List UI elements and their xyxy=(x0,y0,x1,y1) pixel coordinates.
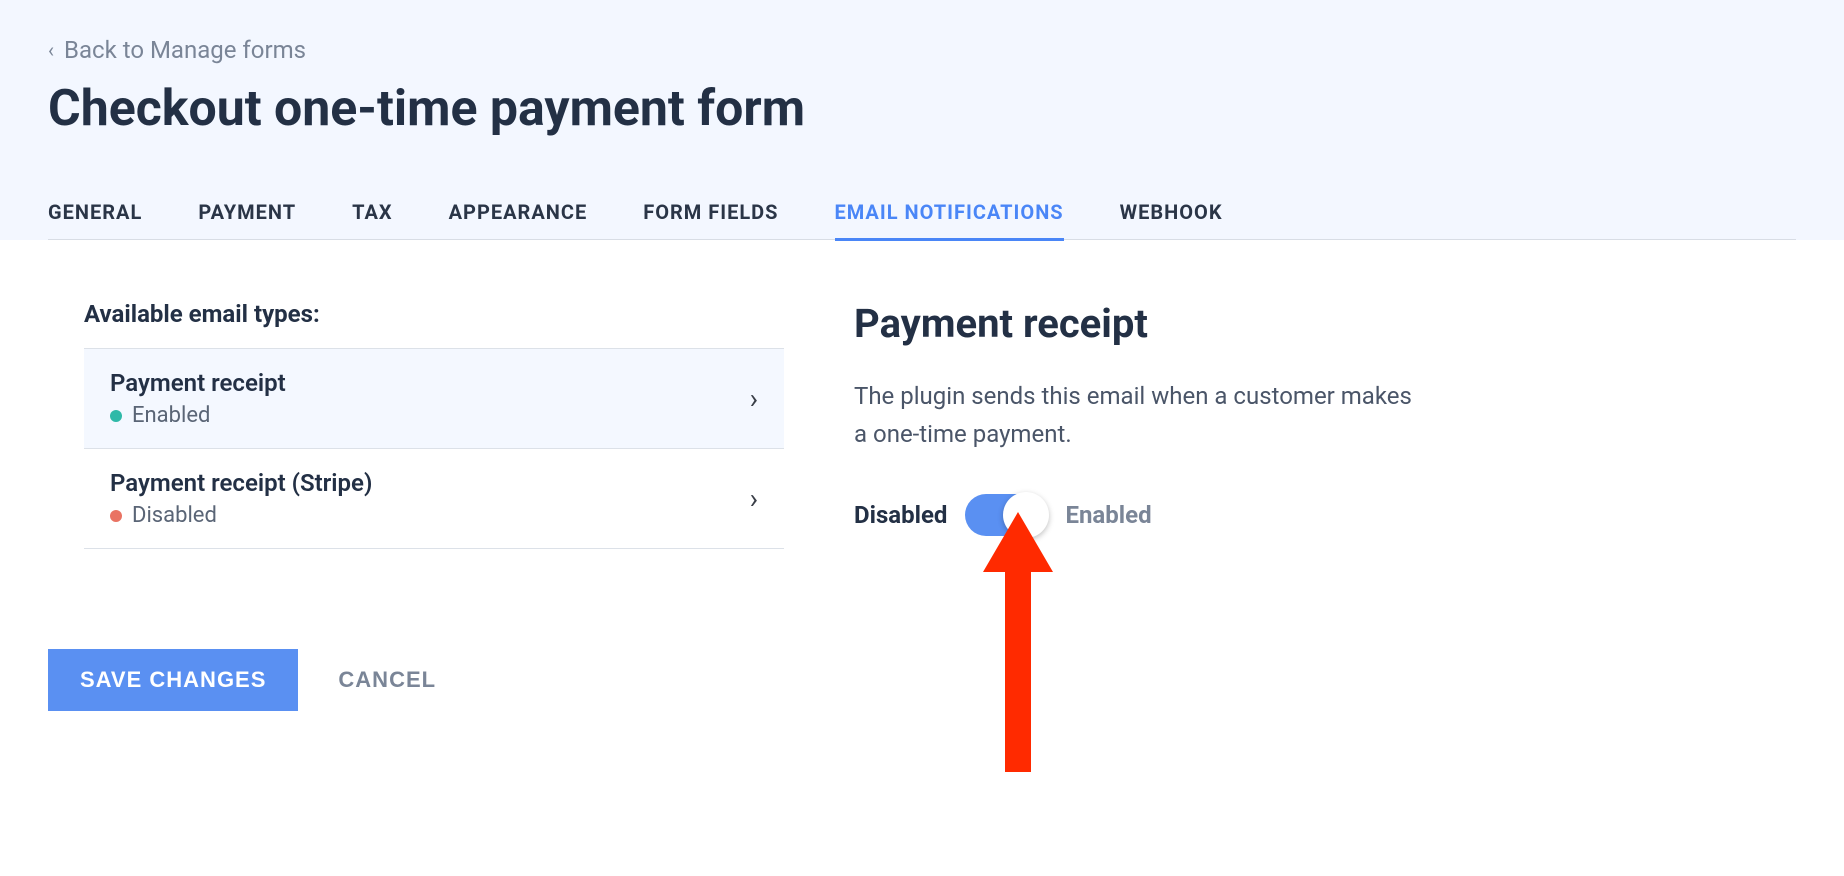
chevron-right-icon: › xyxy=(750,482,758,515)
status-label: Enabled xyxy=(132,403,210,428)
tab-email-notifications[interactable]: EMAIL NOTIFICATIONS xyxy=(835,186,1064,241)
detail-title: Payment receipt xyxy=(854,300,1796,347)
enable-toggle[interactable] xyxy=(965,494,1047,536)
toggle-row: Disabled Enabled xyxy=(854,494,1796,536)
cancel-button[interactable]: CANCEL xyxy=(338,667,436,693)
email-type-item[interactable]: Payment receipt (Stripe) Disabled › xyxy=(84,449,784,549)
status-label: Disabled xyxy=(132,503,217,528)
toggle-label-enabled: Enabled xyxy=(1065,501,1151,529)
page-title: Checkout one-time payment form xyxy=(48,80,1796,138)
back-link[interactable]: ‹ Back to Manage forms xyxy=(48,36,306,64)
tab-general[interactable]: GENERAL xyxy=(48,186,142,239)
email-type-title: Payment receipt (Stripe) xyxy=(110,469,372,497)
email-type-list: Payment receipt Enabled › Payment receip… xyxy=(84,348,784,549)
email-type-title: Payment receipt xyxy=(110,369,286,397)
status-dot-icon xyxy=(110,510,122,522)
email-type-status: Disabled xyxy=(110,503,372,528)
toggle-label-disabled: Disabled xyxy=(854,501,947,529)
tab-appearance[interactable]: APPEARANCE xyxy=(449,186,588,239)
email-type-status: Enabled xyxy=(110,403,286,428)
email-types-heading: Available email types: xyxy=(84,300,784,328)
detail-description: The plugin sends this email when a custo… xyxy=(854,377,1414,454)
chevron-right-icon: › xyxy=(750,382,758,415)
back-link-label: Back to Manage forms xyxy=(64,36,306,64)
email-type-item[interactable]: Payment receipt Enabled › xyxy=(84,349,784,449)
tab-webhook[interactable]: WEBHOOK xyxy=(1120,186,1223,239)
tab-payment[interactable]: PAYMENT xyxy=(198,186,296,239)
tab-tax[interactable]: TAX xyxy=(352,186,392,239)
tab-form-fields[interactable]: FORM FIELDS xyxy=(643,186,778,239)
status-dot-icon xyxy=(110,410,122,422)
toggle-knob xyxy=(1003,492,1049,538)
chevron-left-icon: ‹ xyxy=(48,38,54,62)
tab-bar: GENERAL PAYMENT TAX APPEARANCE FORM FIEL… xyxy=(48,186,1796,240)
save-button[interactable]: SAVE CHANGES xyxy=(48,649,298,711)
